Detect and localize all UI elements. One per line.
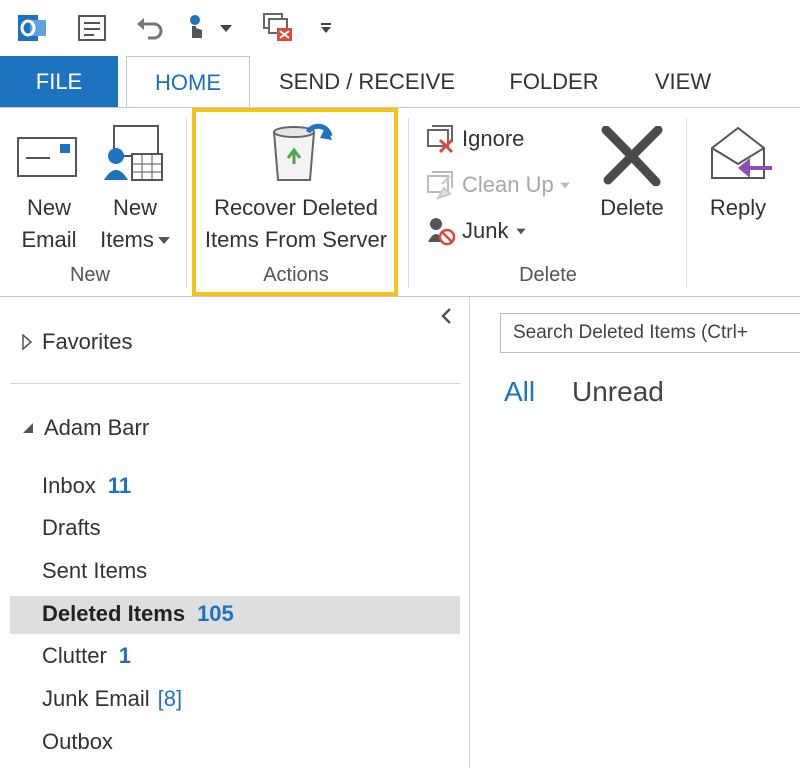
clean-up-label: Clean Up [462, 172, 554, 197]
ignore-icon [424, 122, 458, 156]
ignore-button[interactable]: Ignore [424, 122, 524, 156]
delete-all-icon[interactable] [260, 10, 296, 46]
chevron-down-icon [516, 228, 527, 235]
ribbon-tabs: FILE HOME SEND / RECEIVE FOLDER VIEW [0, 56, 800, 109]
tab-file[interactable]: FILE [0, 56, 118, 108]
tab-folder[interactable]: FOLDER [500, 56, 608, 108]
filter-all[interactable]: All [504, 376, 535, 408]
undo-icon[interactable] [132, 10, 168, 46]
new-items-label-row: Items [92, 224, 178, 256]
folder-name: Inbox [42, 473, 96, 498]
folder-pane: Favorites Adam Barr Inbox 11 Drafts Sent … [0, 297, 470, 768]
chevron-down-icon [157, 237, 170, 244]
expand-triangle-icon [22, 334, 32, 350]
favorites-label: Favorites [42, 329, 133, 354]
group-separator [408, 118, 409, 288]
junk-button[interactable]: Junk [424, 214, 527, 248]
delete-x-icon [600, 125, 664, 187]
folder-junk-email[interactable]: Junk Email [8] [42, 679, 182, 719]
new-items-label-line2: Items [100, 227, 154, 252]
send-receive-icon[interactable] [74, 10, 110, 46]
folder-name: Deleted Items [42, 601, 186, 626]
new-email-label-line1: New [26, 195, 71, 220]
actions-highlight-frame [192, 108, 398, 296]
folder-clutter[interactable]: Clutter 1 [42, 636, 131, 676]
outlook-logo-icon [14, 10, 50, 46]
account-label: Adam Barr [44, 415, 150, 440]
clean-up-button[interactable]: Clean Up [424, 168, 570, 202]
collapse-pane-icon[interactable] [440, 307, 456, 329]
junk-icon [424, 214, 458, 248]
new-email-icon [16, 134, 80, 184]
quick-access-toolbar [0, 0, 800, 56]
group-label-new: New [69, 264, 110, 286]
new-items-button[interactable]: New Items [92, 192, 178, 256]
folder-outbox[interactable]: Outbox [42, 722, 113, 762]
folder-name: Drafts [42, 515, 101, 540]
tab-view[interactable]: VIEW [646, 56, 720, 108]
folder-inbox[interactable]: Inbox 11 [42, 466, 131, 506]
folder-count: [8] [157, 686, 183, 711]
folder-name: Clutter [42, 643, 107, 668]
folder-name: Outbox [42, 729, 113, 754]
filter-unread[interactable]: Unread [572, 376, 664, 408]
account-header[interactable]: Adam Barr [22, 411, 149, 445]
new-email-button[interactable]: New Email [6, 192, 92, 256]
folder-count: 105 [197, 601, 234, 626]
chevron-down-icon[interactable] [214, 10, 238, 46]
clean-up-icon [424, 168, 458, 202]
group-separator [686, 118, 687, 288]
tab-send-receive[interactable]: SEND / RECEIVE [272, 56, 462, 108]
new-items-icon [102, 124, 166, 184]
reply-button[interactable]: Reply [698, 192, 778, 224]
tab-home[interactable]: HOME [126, 56, 250, 109]
folder-deleted-items[interactable]: Deleted Items 105 [42, 594, 234, 634]
new-items-label-line1: New [112, 195, 157, 220]
folder-name: Sent Items [42, 558, 148, 583]
search-input[interactable]: Search Deleted Items (Ctrl+ [500, 313, 800, 353]
junk-label: Junk [462, 218, 509, 243]
folder-name: Junk Email [42, 686, 150, 711]
collapse-triangle-icon [23, 423, 33, 433]
reply-icon [708, 124, 774, 184]
folder-drafts[interactable]: Drafts [42, 508, 101, 548]
touch-mode-icon[interactable] [180, 10, 216, 46]
ribbon: New Email New Items New Recover Deleted … [0, 107, 800, 297]
delete-button[interactable]: Delete [586, 192, 678, 224]
divider [10, 383, 460, 384]
ignore-label: Ignore [462, 126, 525, 151]
favorites-header[interactable]: Favorites [22, 327, 132, 357]
new-email-label-line2: Email [21, 227, 77, 252]
folder-count: 1 [118, 643, 132, 668]
folder-sent-items[interactable]: Sent Items [42, 551, 147, 591]
group-separator [186, 118, 187, 288]
chevron-down-icon [559, 182, 570, 189]
customize-icon[interactable] [314, 10, 338, 46]
folder-count: 11 [107, 473, 132, 498]
group-label-delete: Delete [519, 264, 577, 286]
